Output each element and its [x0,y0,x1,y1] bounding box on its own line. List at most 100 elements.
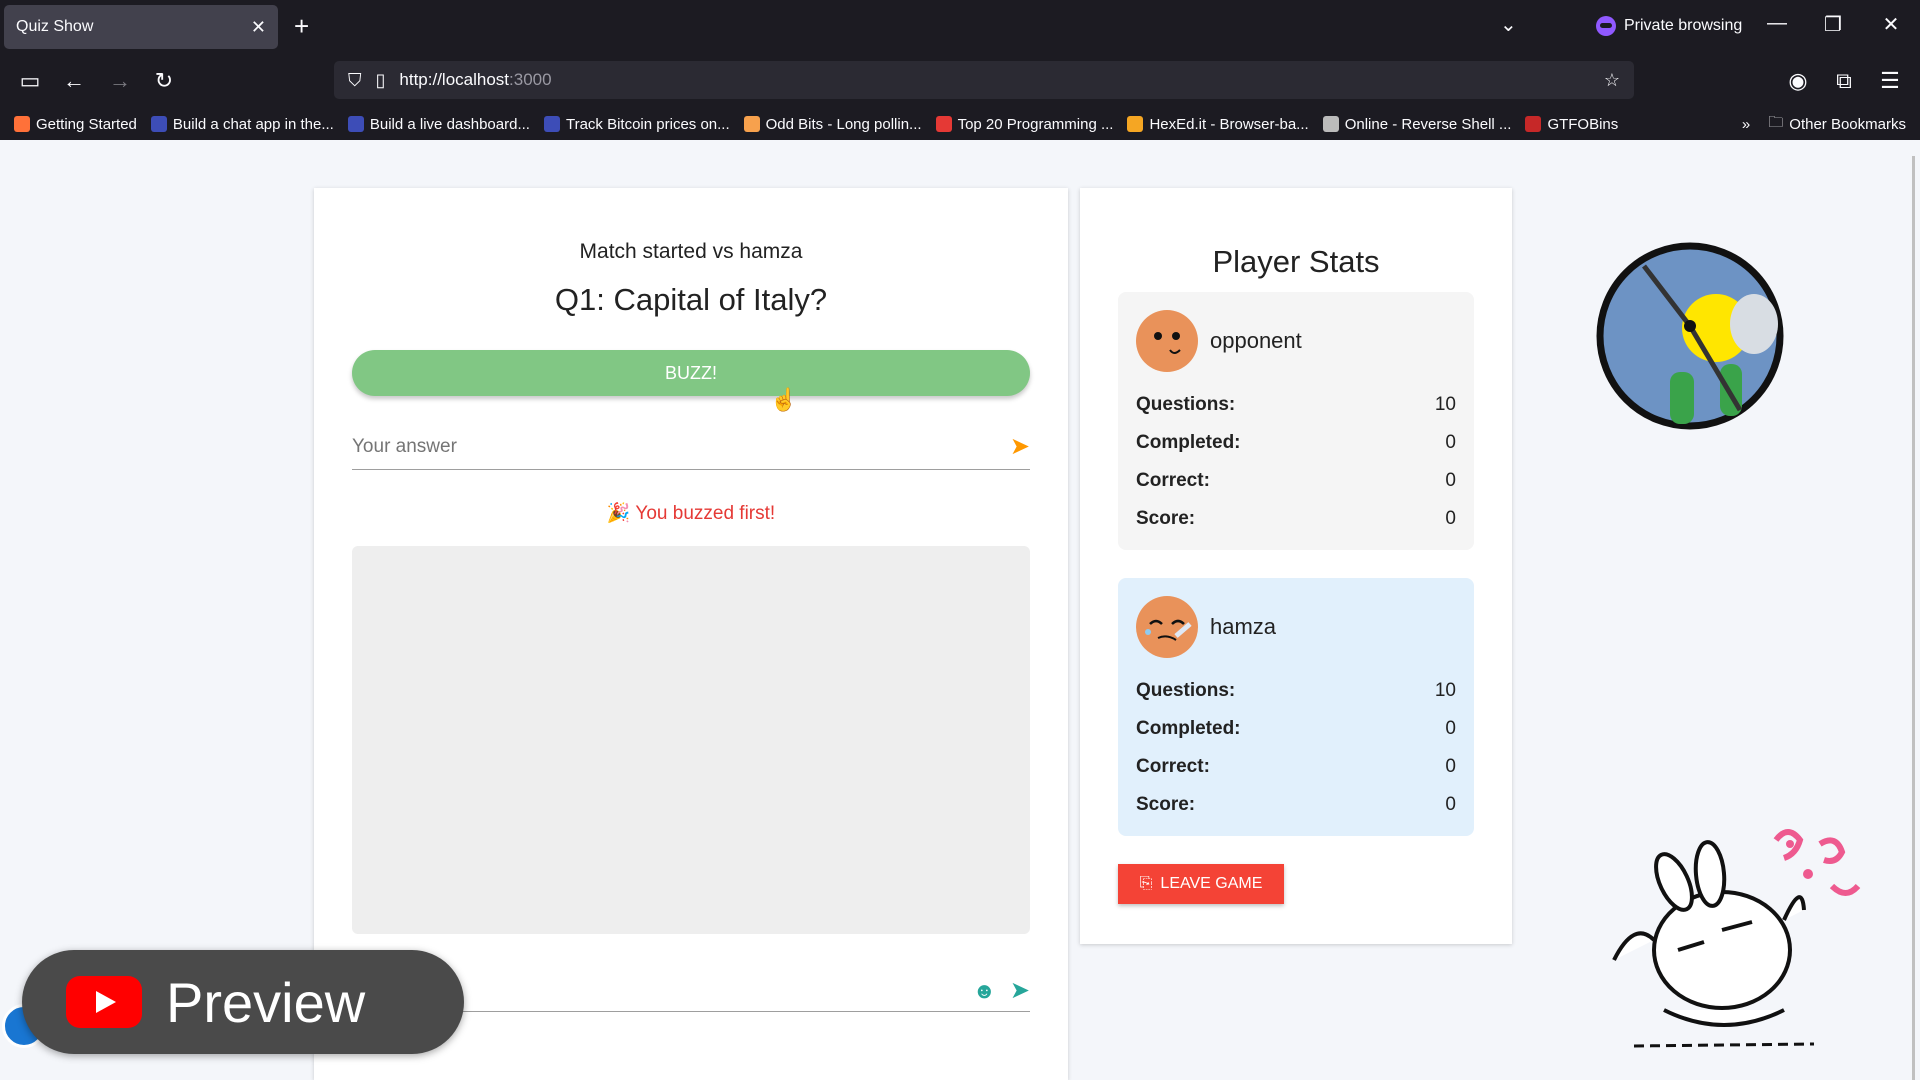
exit-icon: ⎘ [1139,875,1153,892]
page-info-icon[interactable]: ▯ [376,70,386,91]
match-subtitle: Match started vs hamza [579,240,803,263]
bookmarks-toolbar: Getting Started Build a chat app in the..… [0,108,1920,140]
bookmark-item[interactable]: Top 20 Programming ... [935,115,1114,133]
stat-value: 0 [1445,508,1456,529]
bookmark-item[interactable]: Online - Reverse Shell ... [1322,115,1512,133]
preview-overlay[interactable]: Preview [22,950,464,1054]
chat-messages-area [352,546,1030,934]
question-text: Q1: Capital of Italy? [554,282,828,317]
stat-label: Questions: [1136,680,1236,701]
bookmark-label: Top 20 Programming ... [957,115,1114,133]
stats-title: Player Stats [1212,244,1380,279]
bookmarks-overflow-icon[interactable]: » [1742,116,1750,133]
send-message-icon[interactable]: ➤ [1010,976,1030,1005]
account-icon[interactable]: ◉ [1782,65,1814,97]
bookmark-label: Build a chat app in the... [172,115,334,133]
player-name: hamza [1210,614,1277,639]
player-header: opponent [1136,310,1456,372]
opponent-avatar-icon [1136,310,1198,372]
navigation-bar: ▭ ← → ↻ ⛉ ▯ http://localhost:3000 ☆ ◉ ⧉ … [0,55,1920,105]
list-tabs-chevron-icon[interactable]: ⌄ [1500,12,1517,37]
shield-icon[interactable]: ⛉ [348,70,362,91]
bookmark-item[interactable]: Track Bitcoin prices on... [543,115,730,133]
bookmark-item[interactable]: Build a live dashboard... [347,116,530,133]
bookmark-item[interactable]: GTFOBins [1525,116,1618,133]
submit-answer-icon[interactable]: ➤ [1010,432,1030,461]
buzz-button[interactable]: BUZZ! [352,350,1030,396]
bookmark-star-icon[interactable]: ☆ [1604,70,1620,91]
bookmark-item[interactable]: Getting Started [14,116,137,133]
forward-icon[interactable]: → [104,65,136,97]
url-bar[interactable]: ⛉ ▯ http://localhost:3000 ☆ [334,61,1634,99]
stat-value: 0 [1445,470,1456,491]
leave-game-button[interactable]: ⎘ LEAVE GAME [1118,864,1284,904]
bookmark-item[interactable]: Build a chat app in the... [150,115,334,133]
bookmark-favicon-icon [1127,116,1144,132]
stat-questions: Questions: 10 [1136,386,1456,424]
stat-label: Score: [1136,508,1196,529]
bookmark-label: Odd Bits - Long pollin... [765,115,922,133]
bookmark-label: Getting Started [36,115,137,133]
tab-quiz-show[interactable]: Quiz Show ✕ [4,5,278,49]
answer-field: ➤ [352,424,1030,470]
stat-correct: Correct: 0 [1136,748,1456,786]
youtube-logo-icon [66,976,142,1028]
buzz-status-message: 🎉 You buzzed first! [606,503,776,524]
tab-title: Quiz Show [16,18,94,35]
private-browsing-label: Private browsing [1624,17,1743,34]
url-text[interactable]: http://localhost:3000 [399,70,1589,90]
private-mask-icon [1596,16,1616,36]
bookmark-label: Online - Reverse Shell ... [1344,115,1512,133]
url-port: :3000 [509,70,552,89]
minimize-icon[interactable]: — [1762,12,1792,35]
player-card-opponent: opponent Questions: 10 Completed: 0 Correc… [1118,292,1474,550]
stat-completed: Completed: 0 [1136,710,1456,748]
leave-game-label: LEAVE GAME [1160,875,1263,892]
stat-value: 0 [1445,432,1456,453]
player-header: hamza [1136,596,1456,658]
bookmark-favicon-icon [14,116,30,132]
url-host: http://localhost [399,70,510,89]
stat-score: Score: 0 [1136,500,1456,538]
bookmark-label: Track Bitcoin prices on... [565,115,730,133]
bookmark-favicon-icon [150,116,167,132]
other-bookmarks-label: Other Bookmarks [1789,115,1906,133]
folder-icon: 🗀 [1768,113,1784,131]
stat-value: 10 [1434,680,1456,701]
menu-icon[interactable]: ☰ [1874,65,1906,97]
extensions-icon[interactable]: ⧉ [1828,65,1860,97]
window-close-icon[interactable]: ✕ [1876,12,1906,37]
bookmark-label: HexEd.it - Browser-ba... [1149,115,1309,133]
answer-input[interactable] [352,435,1010,458]
mouse-pointer-icon: ☝ [770,387,798,412]
bookmark-favicon-icon [935,116,952,132]
tab-bar: Quiz Show ✕ + ⌄ Private browsing — ❐ ✕ [0,0,1920,55]
reload-icon[interactable]: ↻ [148,65,180,97]
player-name: opponent [1210,328,1302,353]
stat-questions: Questions: 10 [1136,672,1456,710]
preview-label: Preview [166,970,366,1034]
bookmark-item[interactable]: Odd Bits - Long pollin... [743,115,922,133]
bookmark-item[interactable]: HexEd.it - Browser-ba... [1127,115,1309,133]
stat-value: 0 [1445,794,1456,815]
other-bookmarks[interactable]: 🗀 Other Bookmarks [1768,112,1906,137]
back-icon[interactable]: ← [58,65,90,97]
stat-label: Score: [1136,794,1196,815]
bookmarks-right: » 🗀 Other Bookmarks [1730,108,1920,140]
stat-label: Completed: [1136,718,1241,739]
close-tab-icon[interactable]: ✕ [251,17,266,38]
restore-icon[interactable]: ❐ [1818,12,1848,37]
sticker-rabbit-icon [1594,800,1894,1065]
stat-value: 0 [1445,718,1456,739]
bookmark-favicon-icon [743,116,760,132]
game-panel: Match started vs hamza Q1: Capital of It… [314,188,1068,1080]
bookmark-favicon-icon [347,116,364,132]
stat-label: Completed: [1136,432,1241,453]
page-scrollbar[interactable] [1912,156,1915,1080]
new-tab-icon[interactable]: + [294,12,309,40]
sidebar-icon[interactable]: ▭ [14,65,46,97]
stat-label: Correct: [1136,756,1210,777]
emoji-icon[interactable]: ☻ [973,978,996,1004]
sticker-clock-icon [1594,240,1786,437]
browser-chrome: Quiz Show ✕ + ⌄ Private browsing — ❐ ✕ ▭… [0,0,1920,140]
